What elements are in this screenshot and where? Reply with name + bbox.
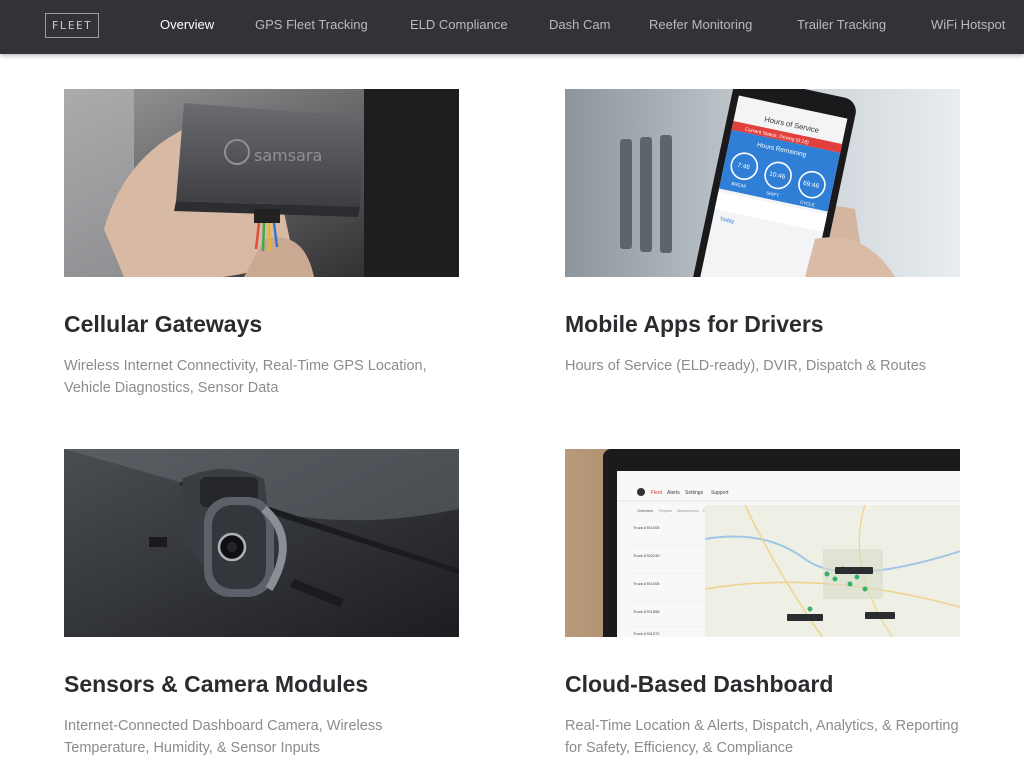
card-description-mobile-apps: Hours of Service (ELD-ready), DVIR, Disp… <box>565 358 927 374</box>
card-description-sensors-camera: Internet-Connected Dashboard Camera, Wir… <box>64 718 383 756</box>
dash-tab-alerts: Alerts <box>667 490 680 496</box>
card-description-cellular-gateways: Wireless Internet Connectivity, Real-Tim… <box>64 358 427 396</box>
card-title-cellular-gateways: Cellular Gateways <box>64 311 263 337</box>
dash-truck-2: Truck #762249 <box>633 553 660 558</box>
nav-link-eld-compliance[interactable]: ELD Compliance <box>410 17 508 32</box>
cloud-dashboard-laptop-photo: Fleet Alerts Settings Support Overview R… <box>565 449 960 637</box>
nav-link-reefer-monitoring[interactable]: Reefer Monitoring <box>649 17 752 32</box>
dash-subtab-overview: Overview <box>637 509 653 513</box>
top-navigation-bar: FLEET Overview GPS Fleet Tracking ELD Co… <box>0 0 1024 54</box>
card-title-cloud-dashboard: Cloud-Based Dashboard <box>565 671 834 697</box>
nav-link-gps-fleet-tracking[interactable]: GPS Fleet Tracking <box>255 17 368 32</box>
dash-truck-3: Truck #761008 <box>633 581 660 586</box>
dash-truck-1: Truck #761005 <box>633 525 660 530</box>
card-description-cloud-dashboard: Real-Time Location & Alerts, Dispatch, A… <box>565 718 959 756</box>
gateway-brand-text: samsara <box>254 146 322 165</box>
dash-truck-4: Truck #761558 <box>633 609 660 614</box>
card-title-sensors-camera: Sensors & Camera Modules <box>64 671 369 697</box>
dash-subtab-maintenance: Maintenance <box>677 509 699 513</box>
dash-tab-fleet: Fleet <box>651 490 663 496</box>
gateway-device-photo: samsara <box>64 89 459 277</box>
dash-camera-photo <box>64 449 459 637</box>
nav-link-overview[interactable]: Overview <box>160 17 214 32</box>
nav-link-trailer-tracking[interactable]: Trailer Tracking <box>797 17 886 32</box>
nav-link-wifi-hotspot[interactable]: WiFi Hotspot <box>931 17 1005 32</box>
card-title-mobile-apps: Mobile Apps for Drivers <box>565 311 824 337</box>
dash-subtab-reports: Reports <box>659 509 672 513</box>
mobile-app-phone-photo: Hours of Service Current Status: Driving… <box>565 89 960 277</box>
dash-truck-5: Truck #761072 <box>633 631 660 636</box>
dash-tab-settings: Settings <box>685 490 704 496</box>
fleet-logo[interactable]: FLEET <box>45 13 99 38</box>
dash-tab-support: Support <box>711 490 729 496</box>
nav-link-dash-cam[interactable]: Dash Cam <box>549 17 610 32</box>
